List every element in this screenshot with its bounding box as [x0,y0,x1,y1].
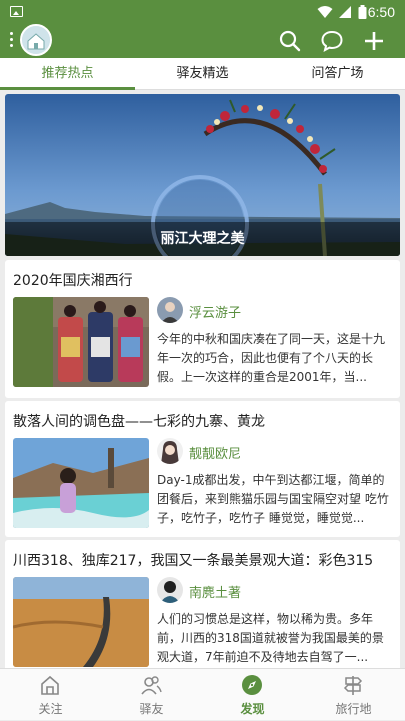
battery-icon [358,5,367,19]
nav-destinations[interactable]: 旅行地 [303,669,404,721]
tab-featured[interactable]: 驿友精选 [135,58,270,90]
author-name[interactable]: 南麂土著 [189,582,241,601]
tab-recommended[interactable]: 推荐热点 [0,58,135,90]
post-title: 2020年国庆湘西行 [13,273,133,289]
post-excerpt: 今年的中秋和国庆凑在了同一天，这是十九年一次的巧合，因此也便有了个八天的长假。上… [157,332,386,384]
signal-icon [339,6,351,18]
nav-discover[interactable]: 发现 [202,669,303,721]
nav-follow[interactable]: 关注 [0,669,101,721]
menu-dots-icon[interactable] [10,32,14,50]
author-avatar[interactable] [157,438,183,464]
nav-destinations-label: 旅行地 [335,702,372,716]
author-avatar[interactable] [157,297,183,323]
tab-bar: 推荐热点 驿友精选 问答广场 [0,58,405,90]
wifi-icon [317,6,333,18]
post-title: 川西318、独库217，我国又一条最美景观大道：彩色315 [13,553,374,569]
add-icon[interactable] [362,29,386,53]
post-title: 散落人间的调色盘——七彩的九寨、黄龙 [13,414,265,430]
post-thumbnail [13,438,149,528]
nav-discover-label: 发现 [240,702,265,716]
user-avatar[interactable] [20,24,52,56]
compass-icon [242,675,262,695]
post-thumbnail [13,297,149,387]
bottom-navigation: 关注 驿友 发现 旅行地 [0,668,405,720]
post-card[interactable]: 川西318、独库217，我国又一条最美景观大道：彩色315 南麂土著 人们的习惯… [5,540,400,668]
post-card[interactable]: 2020年国庆湘西行 浮云游子 今年的中秋和国庆凑在了同一天，这是十九年一次的巧… [5,260,400,398]
post-excerpt: Day-1成都出发，中午到达都江堰，简单的团餐后，来到熊猫乐园与国宝隔空对望 吃… [157,473,389,525]
feed[interactable]: 丽江大理之美 2020年国庆湘西行 浮云游子 今年的中秋和国庆凑在了同一天，这是… [0,90,405,668]
post-thumbnail [13,577,149,667]
signpost-icon [343,676,363,695]
image-notification-icon [10,6,23,17]
author-name[interactable]: 靓靓欧尼 [189,443,241,462]
author-avatar[interactable] [157,577,183,603]
banner[interactable]: 丽江大理之美 [5,94,400,256]
friends-icon [141,676,162,695]
message-icon[interactable] [320,29,344,53]
post-excerpt: 人们的习惯总是这样，物以稀为贵。多年前，川西的318国道就被誉为我国最美的景观大… [157,612,384,664]
nav-follow-label: 关注 [38,702,63,716]
author-name[interactable]: 浮云游子 [189,302,241,321]
nav-friends[interactable]: 驿友 [101,669,202,721]
status-bar: 6:50 [0,0,405,24]
home-icon [41,675,59,695]
post-card[interactable]: 散落人间的调色盘——七彩的九寨、黄龙 靓靓欧尼 Day-1成都出发，中午到达都江… [5,401,400,537]
tab-qa[interactable]: 问答广场 [270,58,405,90]
search-icon[interactable] [278,29,302,53]
app-bar [0,24,405,58]
nav-friends-label: 驿友 [139,702,164,716]
banner-caption: 丽江大理之美 [5,222,400,256]
clock: 6:50 [367,4,395,20]
